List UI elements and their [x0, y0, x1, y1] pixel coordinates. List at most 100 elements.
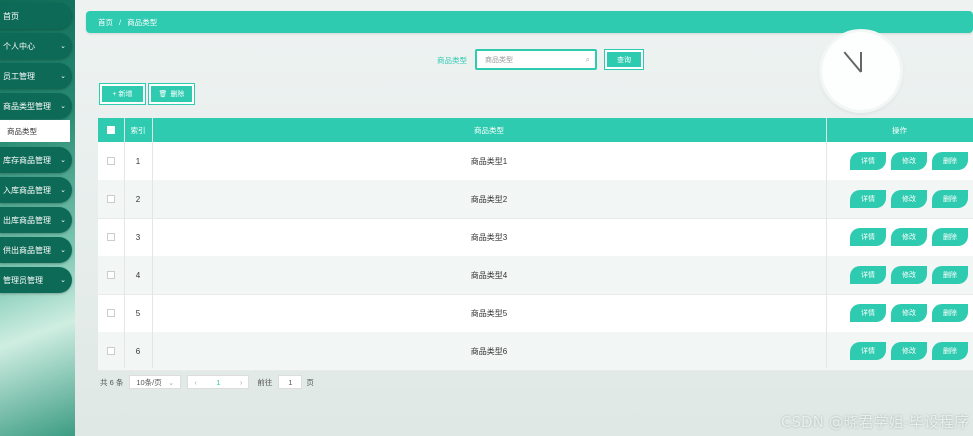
- sidebar-item-label: 首页: [3, 11, 19, 21]
- current-page[interactable]: 1: [216, 378, 220, 387]
- row-name: 商品类型2: [470, 194, 508, 204]
- edit-button[interactable]: 修改: [891, 152, 927, 170]
- sidebar-item-label: 商品类型管理: [3, 101, 51, 111]
- delete-button[interactable]: 删除: [932, 190, 968, 208]
- row-index: 2: [135, 194, 141, 204]
- row-checkbox[interactable]: [107, 233, 115, 241]
- search-placeholder: 商品类型: [485, 56, 513, 64]
- row-name: 商品类型6: [470, 346, 508, 356]
- table-row: 2 商品类型2 详情 修改 删除: [98, 180, 973, 219]
- detail-button[interactable]: 详情: [850, 152, 886, 170]
- sidebar-item[interactable]: 首页: [0, 3, 72, 29]
- sidebar-item-label: 个人中心: [3, 41, 35, 51]
- sidebar-item[interactable]: 个人中心 ⌄: [0, 33, 72, 59]
- sidebar-item[interactable]: 出库商品管理 ⌄: [0, 207, 72, 233]
- detail-button[interactable]: 详情: [850, 266, 886, 284]
- edit-button[interactable]: 修改: [891, 342, 927, 360]
- row-index: 4: [135, 270, 141, 280]
- delete-button-label: 删除: [170, 91, 185, 98]
- breadcrumb: 首页 / 商品类型: [86, 11, 973, 33]
- row-checkbox[interactable]: [107, 271, 115, 279]
- edit-button[interactable]: 修改: [891, 266, 927, 284]
- header-index: 索引: [130, 125, 146, 135]
- row-name: 商品类型1: [470, 156, 508, 166]
- sidebar-item-label: 库存商品管理: [3, 155, 51, 165]
- row-checkbox[interactable]: [107, 347, 115, 355]
- column-divider: [826, 118, 827, 368]
- sidebar-item[interactable]: 商品类型管理 ⌄: [0, 93, 72, 119]
- chevron-down-icon: ⌄: [60, 73, 66, 80]
- delete-button[interactable]: 删除: [932, 304, 968, 322]
- pager-total: 共 6 条: [100, 377, 124, 387]
- prev-page-icon[interactable]: ‹: [194, 378, 197, 387]
- product-type-table: 索引 商品类型 操作 1 商品类型1 详情 修改 删除 2 商品类型2 详情 修改 删除 3 商品类型…: [98, 118, 973, 371]
- select-all-checkbox[interactable]: [107, 126, 115, 134]
- row-name: 商品类型4: [470, 270, 508, 280]
- search-button[interactable]: 查询: [604, 49, 644, 70]
- row-index: 6: [135, 346, 141, 356]
- header-ops: 操作: [892, 125, 907, 135]
- page-size-value: 10条/页: [136, 377, 162, 387]
- sidebar-item-label: 出库商品管理: [3, 215, 51, 225]
- breadcrumb-current: 商品类型: [127, 17, 158, 27]
- row-checkbox[interactable]: [107, 309, 115, 317]
- sidebar-item[interactable]: 管理员管理 ⌄: [0, 267, 72, 293]
- sidebar-item[interactable]: 员工管理 ⌄: [0, 63, 72, 89]
- breadcrumb-home[interactable]: 首页: [98, 17, 113, 28]
- search-label: 商品类型: [437, 56, 467, 65]
- chevron-down-icon: ⌄: [60, 157, 66, 164]
- sidebar-item[interactable]: 入库商品管理 ⌄: [0, 177, 72, 203]
- select-all-cell: [98, 118, 124, 142]
- breadcrumb-separator: /: [119, 17, 122, 27]
- column-divider: [124, 118, 125, 368]
- search-input[interactable]: 商品类型 ⌕: [475, 49, 597, 70]
- row-index: 1: [135, 156, 141, 166]
- row-select-cell: [98, 256, 124, 294]
- add-button[interactable]: + 新增: [99, 83, 146, 105]
- edit-button[interactable]: 修改: [891, 228, 927, 246]
- detail-button[interactable]: 详情: [850, 342, 886, 360]
- table-row: 5 商品类型5 详情 修改 删除: [98, 294, 973, 333]
- next-page-icon[interactable]: ›: [240, 378, 243, 387]
- table-row: 6 商品类型6 详情 修改 删除: [98, 332, 973, 371]
- edit-button[interactable]: 修改: [891, 304, 927, 322]
- edit-button[interactable]: 修改: [891, 190, 927, 208]
- table-row: 4 商品类型4 详情 修改 删除: [98, 256, 973, 295]
- row-checkbox[interactable]: [107, 195, 115, 203]
- delete-button[interactable]: 🗑 删除: [148, 83, 195, 105]
- table-header: 索引 商品类型 操作: [98, 118, 973, 142]
- delete-button[interactable]: 删除: [932, 266, 968, 284]
- sidebar-item-label: 入库商品管理: [3, 185, 51, 195]
- chevron-down-icon: ⌄: [60, 187, 66, 194]
- header-name: 商品类型: [474, 125, 504, 135]
- goto-input[interactable]: 1: [278, 375, 303, 389]
- chevron-down-icon: ⌄: [60, 247, 66, 254]
- row-select-cell: [98, 294, 124, 332]
- delete-button[interactable]: 删除: [932, 342, 968, 360]
- search-icon: ⌕: [585, 55, 590, 64]
- chevron-down-icon: ⌄: [60, 103, 66, 110]
- sidebar-item-label: 员工管理: [3, 71, 35, 81]
- chevron-down-icon: ⌄: [168, 377, 175, 387]
- chevron-down-icon: ⌄: [60, 217, 66, 224]
- detail-button[interactable]: 详情: [850, 190, 886, 208]
- chevron-down-icon: ⌄: [60, 43, 66, 50]
- clock-hand: [860, 52, 862, 72]
- row-name: 商品类型3: [470, 232, 508, 242]
- delete-button[interactable]: 删除: [932, 152, 968, 170]
- sidebar-item-label: 供出商品管理: [3, 245, 51, 255]
- sidebar-item[interactable]: 库存商品管理 ⌄: [0, 147, 72, 173]
- sidebar-subitem-product-type[interactable]: 商品类型: [0, 120, 70, 142]
- detail-button[interactable]: 详情: [850, 304, 886, 322]
- delete-button[interactable]: 删除: [932, 228, 968, 246]
- page-nav: ‹ 1 ›: [187, 375, 250, 389]
- row-select-cell: [98, 142, 124, 180]
- row-index: 5: [135, 308, 141, 318]
- page-size-select[interactable]: 10条/页 ⌄: [129, 375, 182, 389]
- row-select-cell: [98, 332, 124, 370]
- row-checkbox[interactable]: [107, 157, 115, 165]
- sidebar-item[interactable]: 供出商品管理 ⌄: [0, 237, 72, 263]
- detail-button[interactable]: 详情: [850, 228, 886, 246]
- watermark: CSDN @晓君学姐-毕设程序: [781, 413, 969, 431]
- row-select-cell: [98, 180, 124, 218]
